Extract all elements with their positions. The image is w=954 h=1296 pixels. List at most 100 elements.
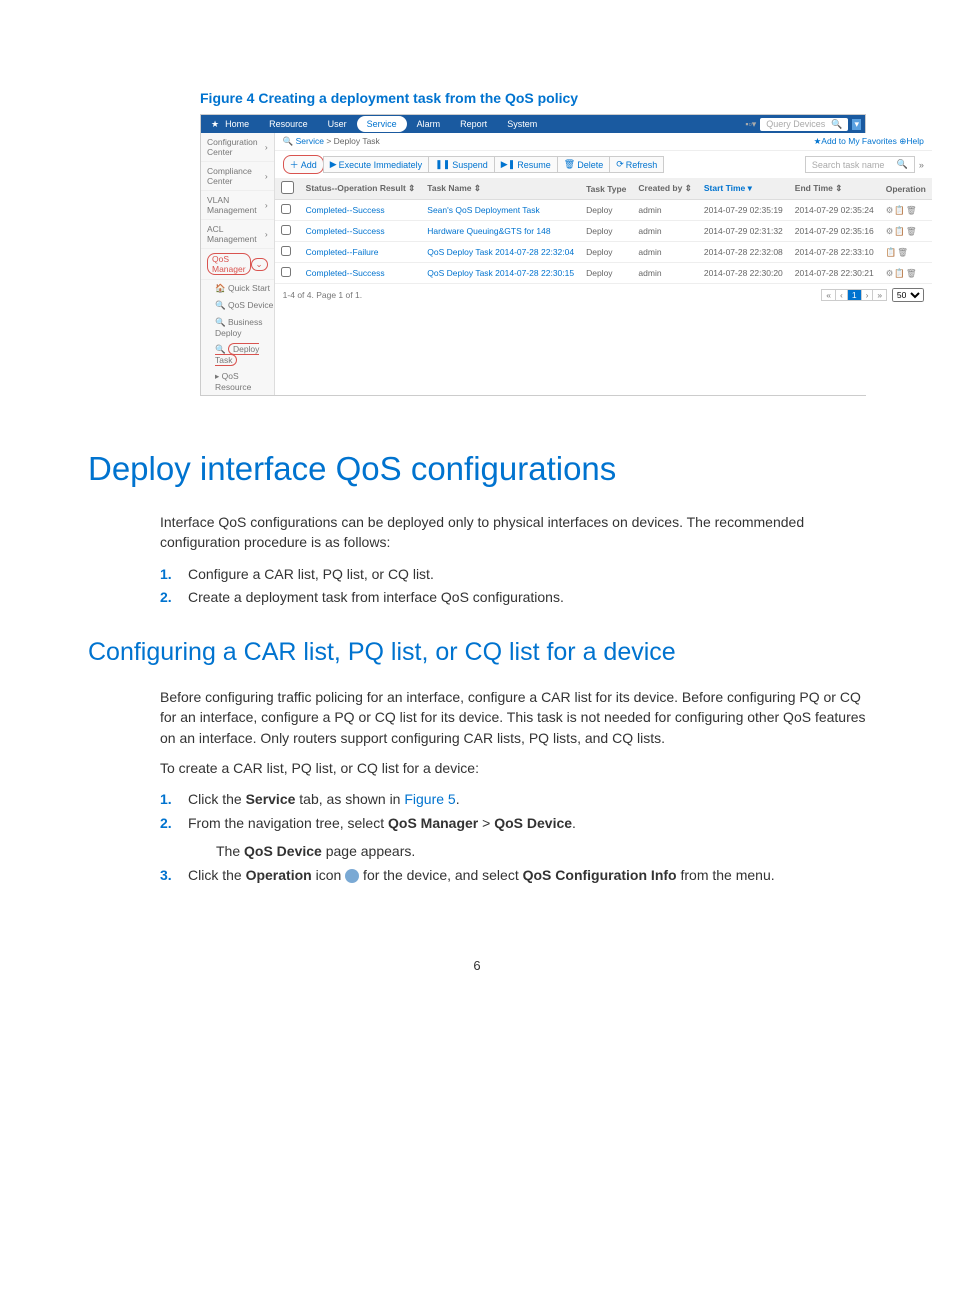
- heading-1: Deploy interface QoS configurations: [88, 450, 866, 488]
- cell-task[interactable]: QoS Deploy Task 2014-07-28 22:32:04: [421, 242, 580, 263]
- step-3: 3. Click the Operation icon for the devi…: [160, 864, 866, 888]
- execute-button[interactable]: ▶Execute Immediately: [323, 156, 429, 173]
- sidebar-item-business-deploy[interactable]: 🔍 Business Deploy: [201, 314, 274, 341]
- plus-icon: ＋: [290, 158, 299, 171]
- col-task-type[interactable]: Task Type: [580, 178, 632, 200]
- tab-report[interactable]: Report: [450, 116, 497, 132]
- dropdown-icon[interactable]: ▾: [852, 119, 861, 130]
- sidebar-item-compliance[interactable]: Compliance Center›: [201, 162, 274, 191]
- add-button[interactable]: ＋Add: [283, 155, 324, 174]
- search-icon[interactable]: 🔍: [897, 159, 908, 170]
- cell-status[interactable]: Completed--Success: [300, 200, 422, 221]
- widgets-icon[interactable]: ▪▫▾: [745, 119, 756, 130]
- row-checkbox[interactable]: [281, 225, 291, 235]
- cell-task[interactable]: Sean's QoS Deployment Task: [421, 200, 580, 221]
- resume-button[interactable]: ▶❚Resume: [494, 156, 558, 173]
- top-nav: ★ Home Resource User Service Alarm Repor…: [201, 115, 865, 133]
- cell-end: 2014-07-29 02:35:24: [789, 200, 880, 221]
- sidebar-item-config[interactable]: Configuration Center›: [201, 133, 274, 162]
- col-status[interactable]: Status--Operation Result ⇕: [300, 178, 422, 200]
- col-checkbox[interactable]: [275, 178, 300, 200]
- paragraph-3: To create a CAR list, PQ list, or CQ lis…: [160, 758, 866, 778]
- cell-ops[interactable]: 📋🗑: [880, 242, 932, 263]
- table-row: Completed--Failure QoS Deploy Task 2014-…: [275, 242, 932, 263]
- cell-ops[interactable]: ⚙📋🗑: [880, 263, 932, 284]
- pager: 1-4 of 4. Page 1 of 1. «‹1›» 50: [275, 284, 932, 306]
- col-created-by[interactable]: Created by ⇕: [632, 178, 697, 200]
- cell-status[interactable]: Completed--Success: [300, 263, 422, 284]
- query-devices-box[interactable]: Query Devices 🔍: [760, 118, 848, 131]
- search-placeholder: Search task name: [812, 160, 885, 170]
- step-2: 2.Create a deployment task from interfac…: [160, 586, 866, 610]
- tab-alarm[interactable]: Alarm: [407, 116, 451, 132]
- add-favorites-link[interactable]: Add to My Favorites: [821, 136, 897, 146]
- cell-start: 2014-07-29 02:35:19: [698, 200, 789, 221]
- row-checkbox[interactable]: [281, 204, 291, 214]
- delete-button[interactable]: 🗑Delete: [557, 156, 610, 173]
- tab-user[interactable]: User: [318, 116, 357, 132]
- col-end-time[interactable]: End Time ⇕: [789, 178, 880, 200]
- home-link[interactable]: Home: [225, 119, 249, 129]
- chevron-right-icon: ›: [265, 200, 268, 210]
- cell-type: Deploy: [580, 242, 632, 263]
- sidebar-item-acl[interactable]: ACL Management›: [201, 220, 274, 249]
- sidebar-item-deploy-task[interactable]: 🔍 Deploy Task: [201, 341, 274, 368]
- search-input[interactable]: Search task name 🔍: [805, 156, 915, 173]
- collapse-icon[interactable]: »: [919, 160, 924, 170]
- table-body: Completed--Success Sean's QoS Deployment…: [275, 200, 932, 284]
- procedure-list-2: 1. Click the Service tab, as shown in Fi…: [160, 788, 866, 887]
- screenshot-container: ★ Home Resource User Service Alarm Repor…: [88, 114, 866, 396]
- page-size-select[interactable]: 50: [892, 288, 924, 302]
- sidebar-item-qos-device[interactable]: 🔍 QoS Device: [201, 297, 274, 314]
- cell-by: admin: [632, 242, 697, 263]
- cell-status[interactable]: Completed--Failure: [300, 242, 422, 263]
- heading-2: Configuring a CAR list, PQ list, or CQ l…: [88, 638, 866, 667]
- operation-icon: [345, 869, 359, 883]
- pager-summary: 1-4 of 4. Page 1 of 1.: [283, 290, 362, 300]
- figure-5-link[interactable]: Figure 5: [404, 791, 455, 807]
- refresh-button[interactable]: ⟳Refresh: [609, 156, 664, 173]
- cell-by: admin: [632, 200, 697, 221]
- pager-last[interactable]: »: [872, 289, 887, 301]
- paragraph-2: Before configuring traffic policing for …: [160, 687, 866, 748]
- col-start-time[interactable]: Start Time ▾: [698, 178, 789, 200]
- row-checkbox[interactable]: [281, 267, 291, 277]
- breadcrumb-deploy-task: Deploy Task: [334, 136, 380, 146]
- sidebar-item-quick-start[interactable]: 🏠 Quick Start: [201, 280, 274, 297]
- cell-task[interactable]: QoS Deploy Task 2014-07-28 22:30:15: [421, 263, 580, 284]
- sidebar-item-qos-resource[interactable]: ▸ QoS Resource: [201, 368, 274, 395]
- cell-end: 2014-07-28 22:33:10: [789, 242, 880, 263]
- figure-caption: Figure 4 Creating a deployment task from…: [88, 90, 866, 106]
- breadcrumb-service[interactable]: Service: [296, 136, 324, 146]
- search-icon[interactable]: 🔍: [831, 119, 842, 130]
- cell-start: 2014-07-28 22:32:08: [698, 242, 789, 263]
- cell-start: 2014-07-29 02:31:32: [698, 221, 789, 242]
- cell-type: Deploy: [580, 263, 632, 284]
- cell-ops[interactable]: ⚙📋🗑: [880, 200, 932, 221]
- app-screenshot: ★ Home Resource User Service Alarm Repor…: [200, 114, 866, 396]
- cell-ops[interactable]: ⚙📋🗑: [880, 221, 932, 242]
- suspend-button[interactable]: ❚❚Suspend: [428, 156, 495, 173]
- tab-system[interactable]: System: [497, 116, 547, 132]
- row-checkbox[interactable]: [281, 246, 291, 256]
- tab-resource[interactable]: Resource: [259, 116, 318, 132]
- step-1: 1. Click the Service tab, as shown in Fi…: [160, 788, 866, 812]
- table-row: Completed--Success Sean's QoS Deployment…: [275, 200, 932, 221]
- pager-first[interactable]: «: [821, 289, 836, 301]
- trash-icon: 🗑: [564, 159, 575, 170]
- col-task-name[interactable]: Task Name ⇕: [421, 178, 580, 200]
- cell-task[interactable]: Hardware Queuing&GTS for 148: [421, 221, 580, 242]
- breadcrumb: 🔍 Service > Deploy Task: [283, 136, 380, 147]
- sidebar-item-vlan[interactable]: VLAN Management›: [201, 191, 274, 220]
- sidebar-item-qos-manager[interactable]: QoS Manager⌄: [201, 249, 274, 280]
- cell-end: 2014-07-29 02:35:16: [789, 221, 880, 242]
- cell-status[interactable]: Completed--Success: [300, 221, 422, 242]
- cell-by: admin: [632, 263, 697, 284]
- star-icon[interactable]: ★: [211, 119, 219, 130]
- pause-icon: ❚❚: [435, 159, 450, 170]
- cell-type: Deploy: [580, 200, 632, 221]
- help-link[interactable]: Help: [906, 136, 923, 146]
- tab-service[interactable]: Service: [357, 116, 407, 132]
- chevron-down-icon: ⌄: [251, 258, 268, 271]
- page-number: 6: [88, 958, 866, 973]
